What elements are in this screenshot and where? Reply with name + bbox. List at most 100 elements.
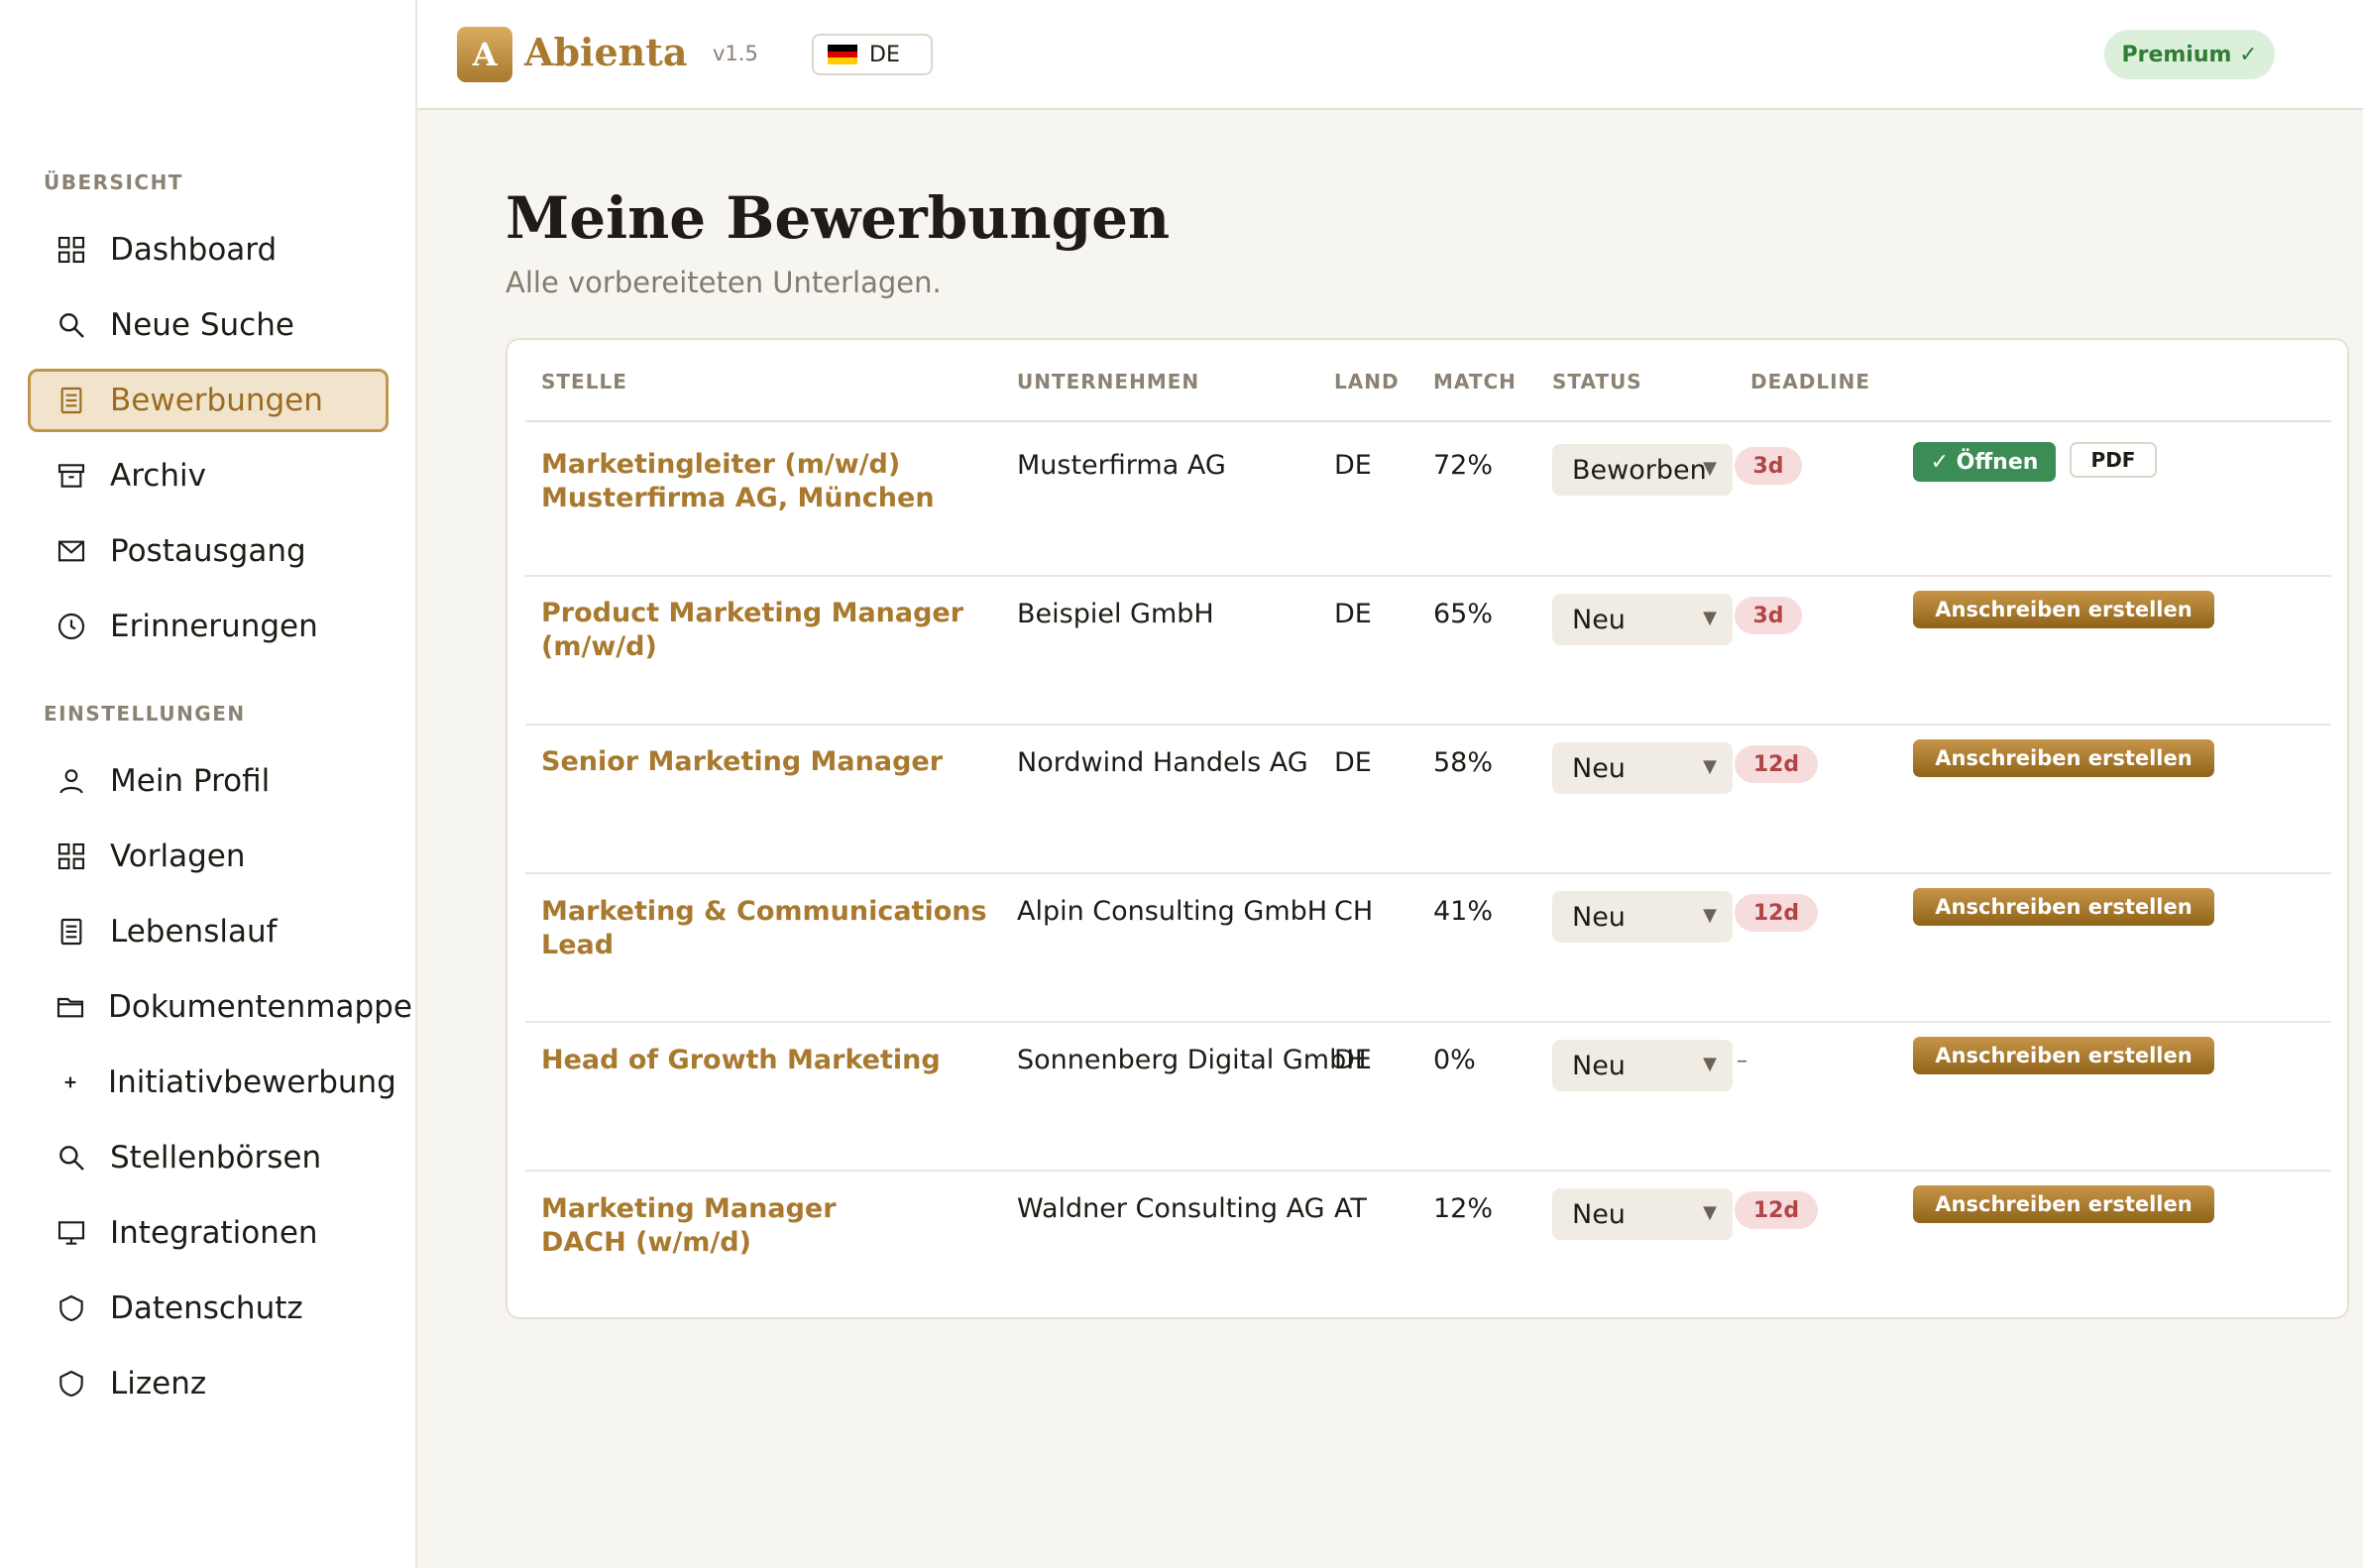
sidebar-item-archiv[interactable]: Archiv: [28, 444, 389, 507]
mail-icon: [55, 534, 88, 568]
search-icon: [55, 308, 88, 342]
country-cell: CH: [1334, 896, 1374, 927]
app-name: Abienta: [524, 30, 688, 74]
status-value: Neu: [1572, 901, 1626, 933]
sidebar-item-bewerbungen[interactable]: Bewerbungen: [28, 369, 389, 432]
sidebar-item-label: Mein Profil: [110, 763, 271, 799]
status-select[interactable]: Neu ▼: [1552, 891, 1733, 943]
sidebar-item-dokumentenmappe[interactable]: Dokumentenmappe: [28, 975, 412, 1039]
match-cell: 41%: [1433, 896, 1494, 927]
section-label-overview: ÜBERSICHT: [44, 170, 183, 194]
page-title: Meine Bewerbungen: [506, 184, 1171, 252]
match-cell: 58%: [1433, 747, 1494, 778]
open-button[interactable]: ✓ Öffnen: [1913, 442, 2056, 482]
status-value: Neu: [1572, 1050, 1626, 1081]
create-cover-letter-button[interactable]: Anschreiben erstellen: [1913, 739, 2214, 777]
status-select[interactable]: Neu ▼: [1552, 1040, 1733, 1091]
status-select[interactable]: Neu ▼: [1552, 742, 1733, 794]
header-divider: [525, 420, 2331, 422]
sidebar-item-label: Stellenbörsen: [110, 1140, 322, 1176]
job-title-link[interactable]: Marketing Manager DACH (w/m/d): [541, 1192, 997, 1260]
row-divider: [525, 1021, 2331, 1023]
app-version: v1.5: [713, 42, 758, 65]
status-value: Neu: [1572, 1198, 1626, 1230]
section-label-settings: EINSTELLUNGEN: [44, 702, 246, 726]
country-cell: AT: [1334, 1193, 1367, 1224]
deadline-badge: 3d: [1735, 447, 1802, 485]
column-header-deadline: DEADLINE: [1750, 370, 1870, 393]
sidebar: ÜBERSICHT Dashboard Neue Suche Bewerbung…: [0, 0, 417, 1568]
archive-icon: [55, 459, 88, 493]
job-title-link[interactable]: Product Marketing Manager (m/w/d): [541, 597, 997, 664]
company-cell: Beispiel GmbH: [1017, 599, 1214, 629]
page-subtitle: Alle vorbereiteten Unterlagen.: [506, 266, 942, 299]
deadline-empty: –: [1737, 1049, 1747, 1073]
sidebar-item-label: Dashboard: [110, 232, 278, 268]
sidebar-item-erinnerungen[interactable]: Erinnerungen: [28, 595, 389, 658]
grid-icon: [55, 233, 88, 267]
country-cell: DE: [1334, 1045, 1372, 1075]
sidebar-item-initiativbewerbung[interactable]: Initiativbewerbung: [28, 1051, 396, 1114]
sidebar-item-neue-suche[interactable]: Neue Suche: [28, 293, 389, 357]
status-value: Beworben: [1572, 454, 1707, 486]
company-cell: Sonnenberg Digital GmbH: [1017, 1045, 1367, 1075]
row-divider: [525, 872, 2331, 874]
sidebar-item-label: Vorlagen: [110, 839, 246, 874]
country-cell: DE: [1334, 599, 1372, 629]
status-select[interactable]: Beworben ▼: [1552, 444, 1733, 496]
sidebar-item-label: Neue Suche: [110, 307, 294, 343]
job-title-link[interactable]: Marketing & Communications Lead: [541, 895, 997, 962]
create-cover-letter-button[interactable]: Anschreiben erstellen: [1913, 1185, 2214, 1223]
premium-badge: Premium ✓: [2104, 30, 2275, 79]
monitor-icon: [55, 1216, 88, 1250]
sidebar-item-dashboard[interactable]: Dashboard: [28, 218, 389, 281]
sidebar-item-label: Dokumentenmappe: [108, 989, 412, 1025]
create-cover-letter-button[interactable]: Anschreiben erstellen: [1913, 1037, 2214, 1074]
german-flag-icon: [828, 45, 857, 65]
sidebar-item-label: Lebenslauf: [110, 914, 278, 950]
document-icon: [55, 384, 88, 417]
shield-icon: [55, 1291, 88, 1325]
pdf-button[interactable]: PDF: [2070, 442, 2157, 478]
clock-icon: [55, 610, 88, 643]
app-logo: A: [457, 27, 512, 82]
chevron-down-icon: ▼: [1703, 458, 1717, 479]
chevron-down-icon: ▼: [1703, 756, 1717, 777]
company-cell: Alpin Consulting GmbH: [1017, 896, 1328, 927]
sidebar-item-label: Erinnerungen: [110, 609, 318, 644]
job-title-link[interactable]: Head of Growth Marketing: [541, 1044, 997, 1077]
language-selector[interactable]: DE: [812, 34, 933, 75]
match-cell: 65%: [1433, 599, 1494, 629]
country-cell: DE: [1334, 450, 1372, 481]
match-cell: 0%: [1433, 1045, 1476, 1075]
company-cell: Musterfirma AG: [1017, 450, 1226, 481]
deadline-badge: 3d: [1735, 597, 1802, 634]
status-select[interactable]: Neu ▼: [1552, 594, 1733, 645]
match-cell: 72%: [1433, 450, 1494, 481]
job-title-link[interactable]: Senior Marketing Manager: [541, 745, 997, 779]
sidebar-item-lizenz[interactable]: Lizenz: [28, 1352, 389, 1415]
grid-icon: [55, 840, 88, 873]
sidebar-item-lebenslauf[interactable]: Lebenslauf: [28, 900, 389, 963]
job-title-link[interactable]: Marketingleiter (m/w/d) Musterfirma AG, …: [541, 448, 997, 515]
user-icon: [55, 764, 88, 798]
chevron-down-icon: ▼: [1703, 1054, 1717, 1074]
sidebar-item-label: Bewerbungen: [110, 383, 323, 418]
sidebar-item-label: Datenschutz: [110, 1290, 303, 1326]
column-header-stelle: STELLE: [541, 370, 627, 393]
sidebar-item-label: Integrationen: [110, 1215, 318, 1251]
sidebar-item-vorlagen[interactable]: Vorlagen: [28, 825, 389, 888]
sidebar-item-datenschutz[interactable]: Datenschutz: [28, 1277, 389, 1340]
create-cover-letter-button[interactable]: Anschreiben erstellen: [1913, 888, 2214, 926]
status-select[interactable]: Neu ▼: [1552, 1188, 1733, 1240]
country-cell: DE: [1334, 747, 1372, 778]
row-divider: [525, 724, 2331, 726]
column-header-unternehmen: UNTERNEHMEN: [1017, 370, 1200, 393]
sidebar-item-stellenboersen[interactable]: Stellenbörsen: [28, 1126, 389, 1189]
sidebar-item-mein-profil[interactable]: Mein Profil: [28, 749, 389, 813]
sidebar-item-postausgang[interactable]: Postausgang: [28, 519, 389, 583]
sidebar-item-integrationen[interactable]: Integrationen: [28, 1201, 389, 1265]
create-cover-letter-button[interactable]: Anschreiben erstellen: [1913, 591, 2214, 628]
company-cell: Waldner Consulting AG: [1017, 1193, 1325, 1224]
sidebar-item-label: Archiv: [110, 458, 206, 494]
